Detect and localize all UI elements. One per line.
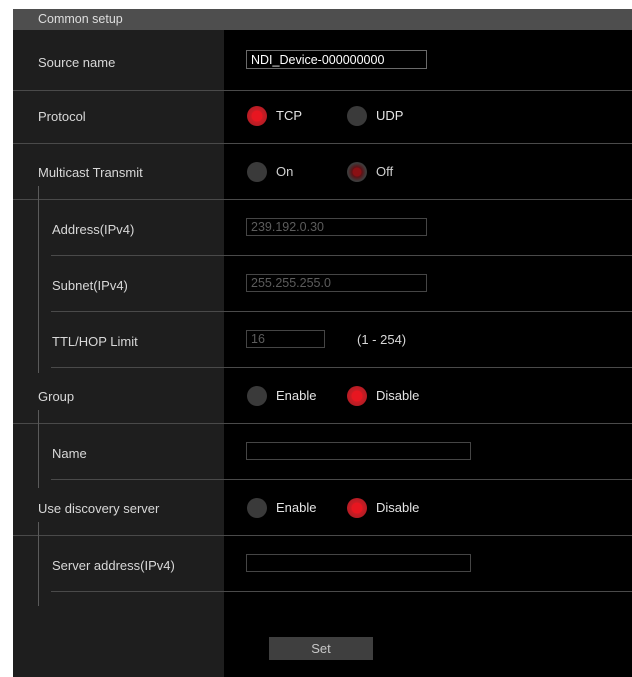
indent-line bbox=[38, 186, 39, 373]
discovery-server-label: Use discovery server bbox=[38, 501, 160, 516]
discovery-disable-label[interactable]: Disable bbox=[376, 500, 419, 515]
multicast-on-label[interactable]: On bbox=[276, 164, 293, 179]
address-ipv4-label: Address(IPv4) bbox=[52, 222, 135, 237]
server-address-input[interactable] bbox=[246, 554, 471, 572]
subnet-ipv4-label: Subnet(IPv4) bbox=[52, 278, 128, 293]
address-ipv4-input[interactable] bbox=[246, 218, 427, 236]
group-disable-radio[interactable] bbox=[347, 386, 367, 406]
group-name-label: Name bbox=[52, 446, 87, 461]
row-separator bbox=[51, 479, 632, 480]
discovery-enable-radio[interactable] bbox=[247, 498, 267, 518]
section-title: Common setup bbox=[38, 12, 123, 26]
ttl-hop-limit-label: TTL/HOP Limit bbox=[52, 334, 138, 349]
row-separator bbox=[13, 199, 632, 200]
protocol-udp-label[interactable]: UDP bbox=[376, 108, 403, 123]
discovery-enable-label[interactable]: Enable bbox=[276, 500, 316, 515]
multicast-off-label[interactable]: Off bbox=[376, 164, 393, 179]
row-separator bbox=[51, 367, 632, 368]
protocol-label: Protocol bbox=[38, 109, 86, 124]
ttl-hop-limit-input[interactable] bbox=[246, 330, 325, 348]
multicast-transmit-label: Multicast Transmit bbox=[38, 165, 143, 180]
section-header: Common setup bbox=[13, 9, 632, 30]
row-separator bbox=[13, 423, 632, 424]
group-enable-radio[interactable] bbox=[247, 386, 267, 406]
group-enable-label[interactable]: Enable bbox=[276, 388, 316, 403]
discovery-disable-radio[interactable] bbox=[347, 498, 367, 518]
group-name-input[interactable] bbox=[246, 442, 471, 460]
source-name-input[interactable] bbox=[246, 50, 427, 69]
label-column bbox=[13, 30, 224, 677]
source-name-label: Source name bbox=[38, 55, 116, 70]
group-label: Group bbox=[38, 389, 75, 404]
protocol-udp-radio[interactable] bbox=[347, 106, 367, 126]
protocol-tcp-radio[interactable] bbox=[247, 106, 267, 126]
subnet-ipv4-input[interactable] bbox=[246, 274, 427, 292]
protocol-tcp-label[interactable]: TCP bbox=[276, 108, 302, 123]
set-button[interactable]: Set bbox=[269, 637, 373, 660]
common-setup-panel: Common setup Source name Protocol TCP UD… bbox=[13, 9, 632, 677]
row-separator bbox=[51, 591, 632, 592]
group-disable-label[interactable]: Disable bbox=[376, 388, 419, 403]
indent-line bbox=[38, 522, 39, 606]
row-separator bbox=[13, 90, 632, 91]
row-separator bbox=[13, 143, 632, 144]
ttl-range-hint: (1 - 254) bbox=[357, 332, 407, 347]
indent-line bbox=[38, 410, 39, 488]
row-separator bbox=[13, 535, 632, 536]
row-separator bbox=[51, 255, 632, 256]
row-separator bbox=[51, 311, 632, 312]
multicast-on-radio[interactable] bbox=[247, 162, 267, 182]
server-address-label: Server address(IPv4) bbox=[52, 558, 175, 573]
multicast-off-radio[interactable] bbox=[347, 162, 367, 182]
